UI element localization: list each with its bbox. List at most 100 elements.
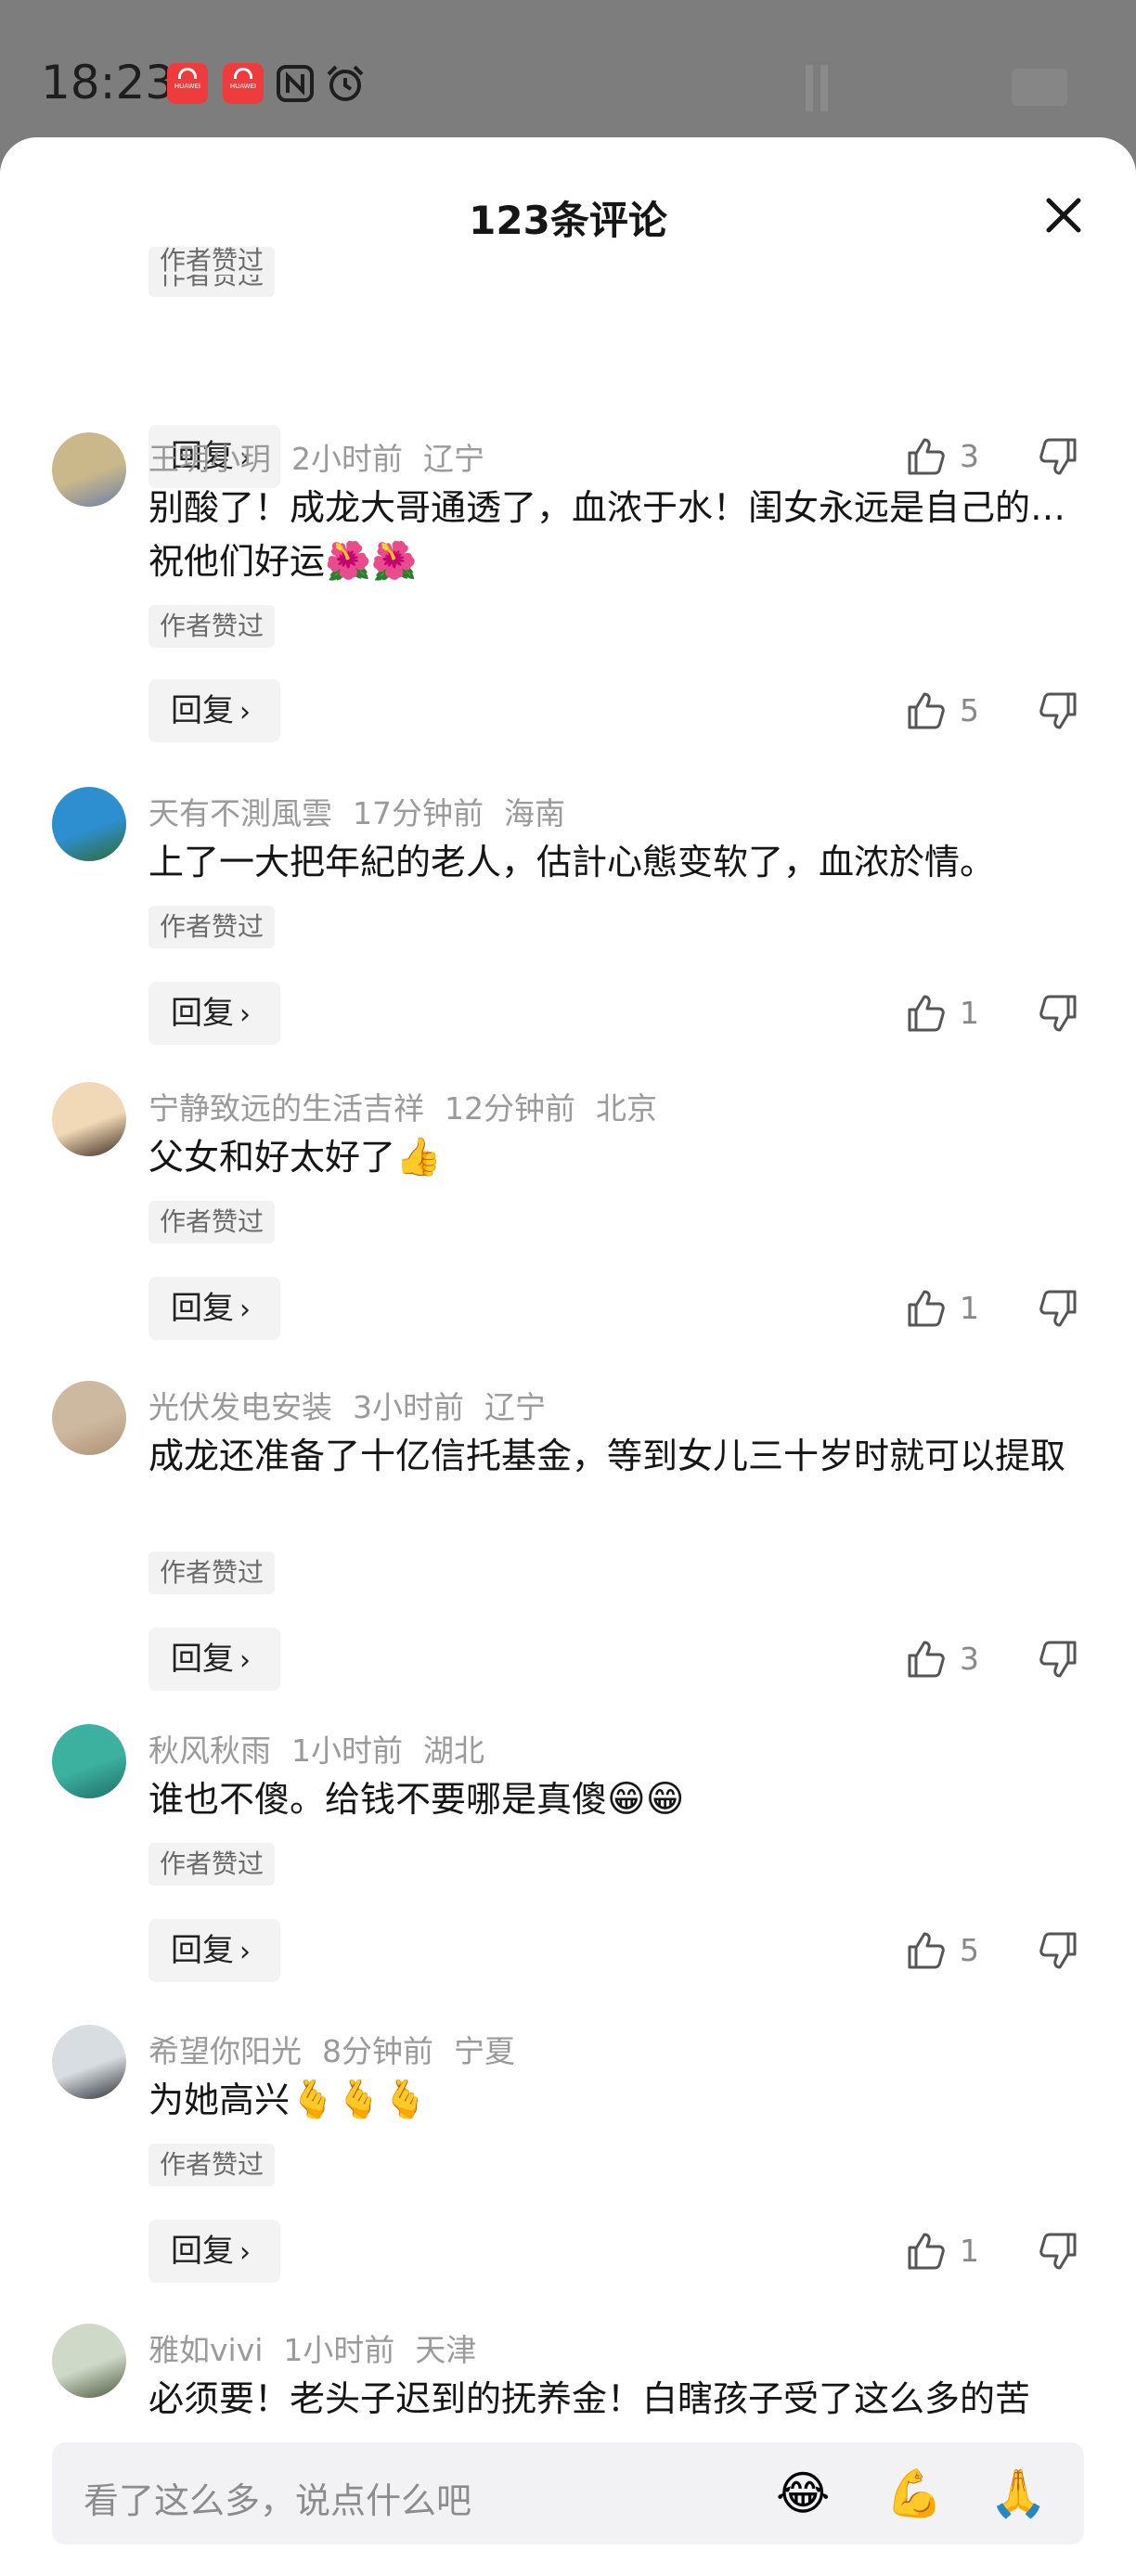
chevron-right-icon: ›	[239, 2236, 251, 2269]
reply-label: 回复	[171, 995, 234, 1032]
avatar[interactable]	[52, 1381, 126, 1455]
comment-meta: 秋风秋雨 1小时前 湖北	[148, 1726, 505, 1771]
comment-text: 为她高兴🫰🫰🫰	[148, 2073, 1086, 2127]
like-icon[interactable]	[904, 1637, 949, 1681]
battery-icon	[1012, 69, 1067, 106]
comment-username[interactable]: 王玥小玥	[148, 441, 271, 477]
author-liked-badge: 作者赞过	[148, 605, 276, 648]
avatar[interactable]	[52, 787, 126, 861]
reply-button[interactable]: 回复 ›	[148, 1919, 280, 1982]
comment-time: 2小时前	[291, 441, 403, 477]
pray-emoji-button[interactable]: 🙏	[989, 2467, 1047, 2521]
comment-input-bar[interactable]: 看了这么多，说点什么吧 😂 💪 🙏	[52, 2442, 1084, 2544]
reply-label: 回复	[171, 1641, 234, 1678]
chevron-right-icon: ›	[239, 1644, 251, 1677]
comment-location: 辽宁	[484, 1389, 546, 1425]
comment-username[interactable]: 希望你阳光	[148, 2033, 302, 2069]
comment-body: 为她高兴	[148, 2080, 290, 2120]
author-liked-badge: 作者赞过	[148, 2144, 276, 2186]
comment-username[interactable]: 光伏发电安装	[148, 1389, 332, 1425]
like-icon[interactable]	[904, 991, 949, 1036]
dislike-icon[interactable]	[1036, 434, 1080, 479]
comment-time: 17分钟前	[353, 795, 484, 831]
comment-time: 12分钟前	[445, 1090, 575, 1127]
comment-username[interactable]: 宁静致远的生活吉祥	[148, 1090, 424, 1127]
chevron-right-icon: ›	[239, 1936, 251, 1968]
dislike-icon[interactable]	[1036, 1637, 1080, 1681]
like-icon[interactable]	[904, 689, 949, 733]
comment-time: 1小时前	[283, 2332, 395, 2368]
like-count: 1	[960, 1290, 979, 1326]
reply-button[interactable]: 回复 ›	[148, 679, 280, 742]
avatar[interactable]	[52, 432, 126, 507]
comment-text: 父女和好太好了👍	[148, 1130, 1086, 1184]
reply-label: 回复	[171, 1932, 234, 1969]
comment-sheet: 作者赞过 回复 › 王玥小玥 2小时前 辽宁 别酸了！成龙大哥通透了，血浓于水！闺女永…	[0, 137, 1136, 2576]
comment-text: 上了一大把年紀的老人，估計心態变软了，血浓於情。	[148, 835, 1086, 889]
reply-button[interactable]: 回复 ›	[148, 1628, 280, 1691]
avatar[interactable]	[52, 1724, 126, 1798]
author-liked-badge: 作者赞过	[148, 247, 276, 275]
dislike-icon[interactable]	[1036, 689, 1080, 733]
comment-text: 别酸了！成龙大哥通透了，血浓于水！闺女永远是自己的… 祝他们好运🌺🌺	[148, 481, 1086, 588]
avatar[interactable]	[52, 2324, 126, 2398]
reply-label: 回复	[171, 692, 234, 729]
comment-location: 海南	[504, 795, 565, 831]
like-count: 1	[960, 2233, 979, 2269]
close-icon[interactable]	[1038, 189, 1090, 241]
dislike-icon[interactable]	[1036, 2229, 1080, 2273]
dislike-icon[interactable]	[1036, 1928, 1080, 1973]
status-bar: 18:23 HUAWEI HUAWEI	[0, 0, 1136, 139]
like-icon[interactable]	[904, 2229, 949, 2273]
comment-location: 宁夏	[454, 2033, 515, 2069]
comment-username[interactable]: 天有不測風雲	[148, 795, 332, 831]
like-icon[interactable]	[904, 434, 949, 479]
like-count: 1	[960, 995, 979, 1031]
comment-username[interactable]: 雅如vivi	[148, 2332, 263, 2368]
author-liked-badge: 作者赞过	[148, 1201, 276, 1243]
chevron-right-icon: ›	[239, 998, 251, 1031]
comment-meta: 王玥小玥 2小时前 辽宁	[148, 434, 505, 479]
nfc-icon	[277, 65, 314, 102]
comment-username[interactable]: 秋风秋雨	[148, 1732, 271, 1769]
laugh-emoji-button[interactable]: 😂	[776, 2467, 830, 2520]
comment-body: 必须要！老头子迟到的抚养金！白瞎孩子受了这么多的苦	[148, 2378, 1031, 2419]
like-count: 3	[960, 1641, 979, 1677]
huawei-app-icon: HUAWEI	[167, 63, 208, 104]
sheet-header: 123条评论	[0, 137, 1136, 247]
comment-emoji: 🌺🌺	[325, 540, 418, 583]
like-count: 5	[960, 692, 979, 728]
like-icon[interactable]	[904, 1928, 949, 1973]
comment-time: 8分钟前	[322, 2033, 433, 2069]
reply-button[interactable]: 回复 ›	[148, 2220, 280, 2283]
comment-body: 父女和好太好了	[148, 1137, 396, 1178]
comment-location: 辽宁	[423, 441, 484, 477]
comment-time: 1小时前	[291, 1732, 403, 1769]
avatar[interactable]	[52, 2025, 126, 2099]
comment-list[interactable]: 作者赞过 回复 › 王玥小玥 2小时前 辽宁 别酸了！成龙大哥通透了，血浓于水！闺女永…	[0, 137, 1136, 2439]
reply-button[interactable]: 回复 ›	[148, 1277, 280, 1340]
status-time: 18:23	[41, 56, 175, 109]
comment-body: 谁也不傻。给钱不要哪是真傻	[148, 1779, 608, 1820]
comment-meta: 天有不測風雲 17分钟前 海南	[148, 789, 586, 833]
comment-body: 别酸了！成龙大哥通透了，血浓于水！闺女永远是自己的… 祝他们好运	[148, 487, 1066, 582]
dislike-icon[interactable]	[1036, 1286, 1080, 1331]
reply-label: 回复	[171, 1290, 234, 1327]
comment-time: 3小时前	[353, 1389, 464, 1425]
comment-meta: 雅如vivi 1小时前 天津	[148, 2325, 497, 2370]
comment-location: 北京	[596, 1090, 657, 1127]
comment-emoji: 👍	[395, 1136, 442, 1179]
comment-meta: 宁静致远的生活吉祥 12分钟前 北京	[148, 1084, 678, 1128]
sheet-title: 123条评论	[469, 198, 667, 243]
comment-input-placeholder[interactable]: 看了这么多，说点什么吧	[84, 2472, 471, 2523]
like-count: 5	[960, 1932, 979, 1968]
comment-text: 必须要！老头子迟到的抚养金！白瞎孩子受了这么多的苦	[148, 2372, 1086, 2426]
comment-body: 成龙还准备了十亿信托基金，等到女儿三十岁时就可以提取	[148, 1436, 1066, 1476]
comment-location: 天津	[415, 2332, 477, 2368]
chevron-right-icon: ›	[239, 696, 251, 728]
like-icon[interactable]	[904, 1286, 949, 1331]
reply-button[interactable]: 回复 ›	[148, 982, 280, 1045]
avatar[interactable]	[52, 1082, 126, 1156]
muscle-emoji-button[interactable]: 💪	[885, 2467, 943, 2521]
dislike-icon[interactable]	[1036, 991, 1080, 1036]
